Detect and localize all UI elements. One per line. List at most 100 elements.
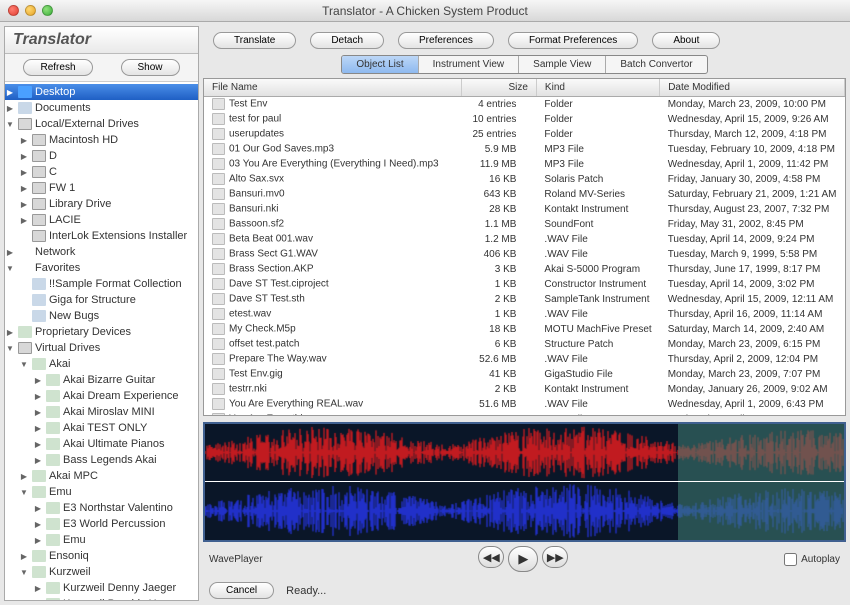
disclosure-icon[interactable]: ▶ xyxy=(5,248,15,257)
disclosure-icon[interactable]: ▶ xyxy=(33,440,43,449)
file-list-pane[interactable]: File Name Size Kind Date Modified Test E… xyxy=(203,78,846,416)
tree-item[interactable]: ▶E3 Northstar Valentino xyxy=(5,500,198,516)
maximize-icon[interactable] xyxy=(42,5,53,16)
cancel-button[interactable]: Cancel xyxy=(209,582,274,599)
table-row[interactable]: Test Env4 entriesFolderMonday, March 23,… xyxy=(204,97,845,112)
col-kind[interactable]: Kind xyxy=(536,79,659,97)
table-row[interactable]: test for paul10 entriesFolderWednesday, … xyxy=(204,112,845,127)
format-preferences-button[interactable]: Format Preferences xyxy=(508,32,638,49)
tree-item[interactable]: ▶E3 World Percussion xyxy=(5,516,198,532)
tree-item[interactable]: ▶Akai Dream Experience xyxy=(5,388,198,404)
table-row[interactable]: offset test.patch6 KBStructure PatchMond… xyxy=(204,337,845,352)
disclosure-icon[interactable]: ▶ xyxy=(33,536,43,545)
disclosure-icon[interactable]: ▶ xyxy=(33,408,43,417)
refresh-button[interactable]: Refresh xyxy=(23,59,92,76)
tree-item[interactable]: ▶FW 1 xyxy=(5,180,198,196)
disclosure-icon[interactable]: ▶ xyxy=(19,216,29,225)
disclosure-icon[interactable]: ▶ xyxy=(33,392,43,401)
about-button[interactable]: About xyxy=(652,32,720,49)
disclosure-icon[interactable]: ▶ xyxy=(19,152,29,161)
tree-item[interactable]: ▼Kurzweil xyxy=(5,564,198,580)
preferences-button[interactable]: Preferences xyxy=(398,32,494,49)
detach-button[interactable]: Detach xyxy=(310,32,384,49)
tree-item[interactable]: ▶C xyxy=(5,164,198,180)
table-row[interactable]: Test Env.gig41 KBGigaStudio FileMonday, … xyxy=(204,367,845,382)
table-row[interactable]: Brass Sect G1.WAV406 KB.WAV FileTuesday,… xyxy=(204,247,845,262)
table-row[interactable]: Dave ST Test.ciproject1 KBConstructor In… xyxy=(204,277,845,292)
tree-item[interactable]: ▶Akai Miroslav MINI xyxy=(5,404,198,420)
table-row[interactable]: Dave ST Test.sth2 KBSampleTank Instrumen… xyxy=(204,292,845,307)
tree-item[interactable]: ▼Virtual Drives xyxy=(5,340,198,356)
col-size[interactable]: Size xyxy=(462,79,537,97)
tree-item[interactable]: ▶LACIE xyxy=(5,212,198,228)
tree-item[interactable]: ▶Documents xyxy=(5,100,198,116)
autoplay-checkbox[interactable]: Autoplay xyxy=(784,553,840,566)
table-row[interactable]: Bansuri.nki28 KBKontakt InstrumentThursd… xyxy=(204,202,845,217)
tree-item[interactable]: Giga for Structure xyxy=(5,292,198,308)
col-name[interactable]: File Name xyxy=(204,79,462,97)
tree-item[interactable]: ▶Desktop xyxy=(5,84,198,100)
disclosure-icon[interactable]: ▶ xyxy=(19,184,29,193)
table-row[interactable]: 03 You Are Everything (Everything I Need… xyxy=(204,157,845,172)
table-row[interactable]: Brass Section.AKP3 KBAkai S-5000 Program… xyxy=(204,262,845,277)
table-row[interactable]: Beta Beat 001.wav1.2 MB.WAV FileTuesday,… xyxy=(204,232,845,247)
table-row[interactable]: My Check.M5p18 KBMOTU MachFive PresetSat… xyxy=(204,322,845,337)
table-row[interactable]: You Are Everything REAL.wav51.6 MB.WAV F… xyxy=(204,397,845,412)
translate-button[interactable]: Translate xyxy=(213,32,296,49)
tree-item[interactable]: ▼Emu xyxy=(5,484,198,500)
tree-item[interactable]: ▼Favorites xyxy=(5,260,198,276)
disclosure-icon[interactable]: ▶ xyxy=(33,376,43,385)
tree-item[interactable]: ▶Bass Legends Akai xyxy=(5,452,198,468)
play-button[interactable]: ▶ xyxy=(508,546,538,572)
minimize-icon[interactable] xyxy=(25,5,36,16)
col-date[interactable]: Date Modified xyxy=(660,79,845,97)
tab-sample-view[interactable]: Sample View xyxy=(519,56,606,73)
table-row[interactable]: 01 Our God Saves.mp35.9 MBMP3 FileTuesda… xyxy=(204,142,845,157)
disclosure-icon[interactable]: ▶ xyxy=(19,168,29,177)
disclosure-icon[interactable]: ▼ xyxy=(19,360,29,369)
close-icon[interactable] xyxy=(8,5,19,16)
disclosure-icon[interactable]: ▶ xyxy=(33,504,43,513)
tree-item[interactable]: ▶Akai Ultimate Pianos xyxy=(5,436,198,452)
tree-item[interactable]: ▶Akai Bizarre Guitar xyxy=(5,372,198,388)
table-row[interactable]: Bansuri.mv0643 KBRoland MV-SeriesSaturda… xyxy=(204,187,845,202)
forward-button[interactable]: ▶▶ xyxy=(542,546,568,568)
disclosure-icon[interactable]: ▼ xyxy=(19,568,29,577)
tree-item[interactable]: ▶Ensoniq xyxy=(5,548,198,564)
tree-item[interactable]: ▶Akai TEST ONLY xyxy=(5,420,198,436)
disclosure-icon[interactable]: ▶ xyxy=(5,88,15,97)
tree-item[interactable]: ▶Emu xyxy=(5,532,198,548)
table-row[interactable]: userupdates25 entriesFolderThursday, Mar… xyxy=(204,127,845,142)
tree-item[interactable]: ▶Kurzweil Denny Jaeger xyxy=(5,580,198,596)
disclosure-icon[interactable]: ▶ xyxy=(19,136,29,145)
autoplay-input[interactable] xyxy=(784,553,797,566)
tree-item[interactable]: ▶Proprietary Devices xyxy=(5,324,198,340)
disclosure-icon[interactable]: ▶ xyxy=(5,328,15,337)
tree-item[interactable]: !!Sample Format Collection xyxy=(5,276,198,292)
table-row[interactable]: You Are Everything.wav39.5 MB.WAV FileWe… xyxy=(204,412,845,417)
tab-instrument-view[interactable]: Instrument View xyxy=(419,56,520,73)
table-row[interactable]: Bassoon.sf21.1 MBSoundFontFriday, May 31… xyxy=(204,217,845,232)
disclosure-icon[interactable]: ▶ xyxy=(33,456,43,465)
tree-item[interactable]: ▼Local/External Drives xyxy=(5,116,198,132)
disclosure-icon[interactable]: ▶ xyxy=(33,520,43,529)
source-tree[interactable]: ▶Desktop▶Documents▼Local/External Drives… xyxy=(5,82,198,600)
tree-item[interactable]: ▶Akai MPC xyxy=(5,468,198,484)
table-row[interactable]: Prepare The Way.wav52.6 MB.WAV FileThurs… xyxy=(204,352,845,367)
tree-item[interactable]: ▶Network xyxy=(5,244,198,260)
table-row[interactable]: Alto Sax.svx16 KBSolaris PatchFriday, Ja… xyxy=(204,172,845,187)
disclosure-icon[interactable]: ▶ xyxy=(19,200,29,209)
disclosure-icon[interactable]: ▶ xyxy=(33,424,43,433)
show-button[interactable]: Show xyxy=(121,59,180,76)
tab-object-list[interactable]: Object List xyxy=(342,56,418,73)
disclosure-icon[interactable]: ▼ xyxy=(5,344,15,353)
disclosure-icon[interactable]: ▼ xyxy=(19,488,29,497)
disclosure-icon[interactable]: ▶ xyxy=(19,472,29,481)
tree-item[interactable]: New Bugs xyxy=(5,308,198,324)
disclosure-icon[interactable]: ▶ xyxy=(5,104,15,113)
disclosure-icon[interactable]: ▶ xyxy=(33,600,43,601)
disclosure-icon[interactable]: ▶ xyxy=(19,552,29,561)
tree-item[interactable]: InterLok Extensions Installer xyxy=(5,228,198,244)
view-tabs[interactable]: Object ListInstrument ViewSample ViewBat… xyxy=(341,55,707,74)
waveform-display[interactable] xyxy=(203,422,846,542)
